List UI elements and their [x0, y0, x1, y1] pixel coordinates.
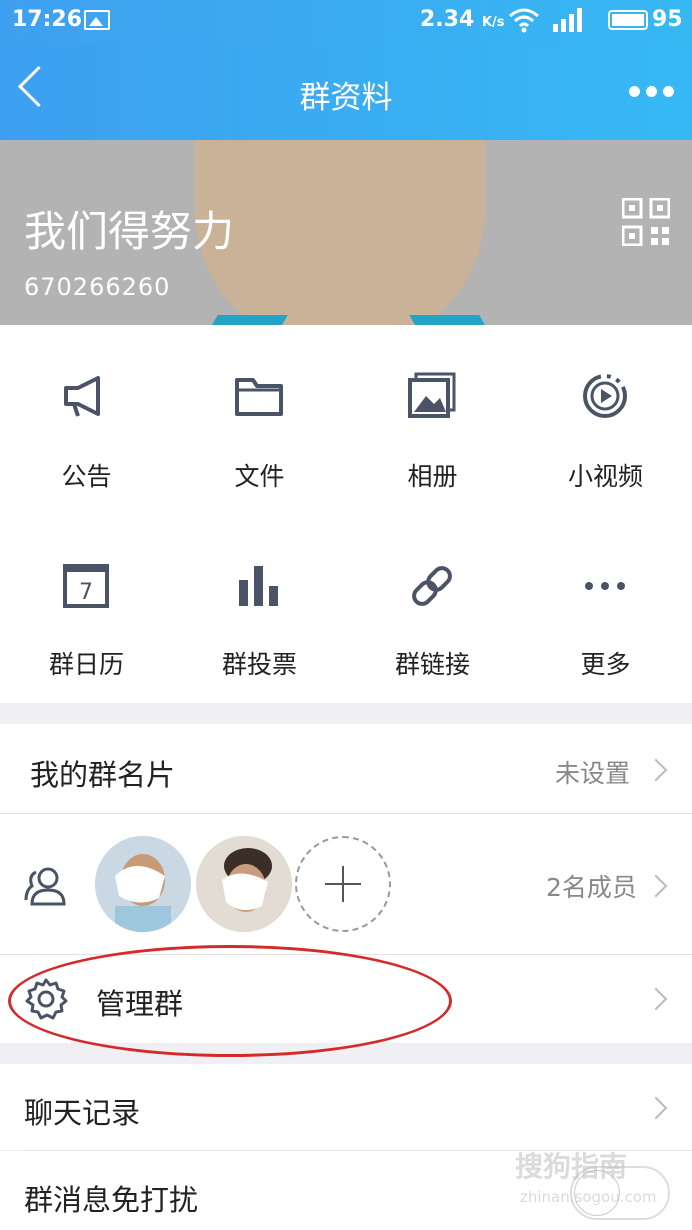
- members-row[interactable]: 2名成员: [0, 814, 692, 954]
- add-member-button[interactable]: [295, 836, 391, 932]
- video-icon: [583, 374, 627, 418]
- nav-bar: 群资料: [0, 42, 692, 140]
- group-id: 670266260: [24, 273, 171, 301]
- folder-icon: [235, 378, 283, 416]
- feature-label: 更多: [580, 650, 631, 679]
- feature-vote[interactable]: 群投票: [173, 515, 346, 695]
- chevron-right-icon: [644, 987, 668, 1011]
- svg-text:7: 7: [79, 580, 93, 605]
- status-time: 17:26: [12, 7, 83, 32]
- my-group-card-row[interactable]: 我的群名片 未设置: [0, 724, 692, 814]
- do-not-disturb-label: 群消息免打扰: [24, 1183, 199, 1217]
- feature-calendar[interactable]: 7 群日历: [0, 515, 173, 695]
- member-count: 2名成员: [546, 873, 637, 902]
- chat-history-row[interactable]: 聊天记录: [0, 1064, 692, 1150]
- group-name: 我们得努力: [24, 207, 235, 256]
- feature-video[interactable]: 小视频: [519, 325, 692, 505]
- manage-group-label: 管理群: [96, 987, 184, 1021]
- chevron-right-icon: [644, 874, 668, 898]
- battery-icon: [608, 10, 648, 30]
- watermark-logo: 搜狗指南: [515, 1150, 628, 1183]
- status-bar: 17:26 2.34 K/s 95: [0, 0, 692, 42]
- feature-more[interactable]: 更多: [519, 515, 692, 695]
- album-icon: [408, 372, 456, 418]
- qr-code-icon[interactable]: [622, 198, 670, 246]
- my-group-card-label: 我的群名片: [30, 758, 176, 792]
- megaphone-icon: [64, 376, 100, 417]
- gear-icon: [25, 978, 68, 1020]
- link-icon: [412, 566, 452, 606]
- chat-history-label: 聊天记录: [24, 1096, 141, 1130]
- feature-label: 群日历: [48, 650, 124, 679]
- watermark-url: zhinan.sogou.com: [520, 1188, 657, 1206]
- feature-label: 公告: [61, 462, 112, 491]
- feature-label: 小视频: [567, 462, 643, 491]
- image-notification-icon: [84, 10, 110, 30]
- feature-label: 文件: [234, 462, 285, 491]
- group-cover-image: [195, 140, 485, 325]
- my-group-card-value: 未设置: [555, 759, 631, 788]
- wifi-icon: [508, 6, 540, 40]
- feature-label: 群投票: [221, 650, 297, 679]
- vote-icon: [239, 566, 278, 606]
- chevron-right-icon: [644, 758, 668, 782]
- manage-group-row[interactable]: 管理群: [0, 955, 692, 1043]
- more-options-button[interactable]: [629, 86, 674, 97]
- feature-grid: 公告 文件 相册 小视频 7 群日历 群投票 群链接 更多: [0, 325, 692, 703]
- page-title: 群资料: [299, 80, 393, 116]
- chevron-right-icon: [644, 1096, 668, 1120]
- feature-link[interactable]: 群链接: [346, 515, 519, 695]
- group-header: 我们得努力 670266260: [0, 140, 692, 325]
- member-avatar[interactable]: [95, 836, 191, 932]
- more-icon: [585, 582, 625, 590]
- calendar-icon: 7: [63, 564, 109, 608]
- cell-signal-icon: [553, 8, 582, 32]
- feature-album[interactable]: 相册: [346, 325, 519, 505]
- feature-announcement[interactable]: 公告: [0, 325, 173, 505]
- battery-percent: 95: [652, 7, 683, 32]
- feature-files[interactable]: 文件: [173, 325, 346, 505]
- feature-label: 相册: [407, 462, 458, 491]
- members-icon: [24, 867, 66, 906]
- feature-label: 群链接: [394, 650, 470, 679]
- network-speed: 2.34 K/s: [420, 7, 505, 32]
- member-avatar[interactable]: [196, 836, 292, 932]
